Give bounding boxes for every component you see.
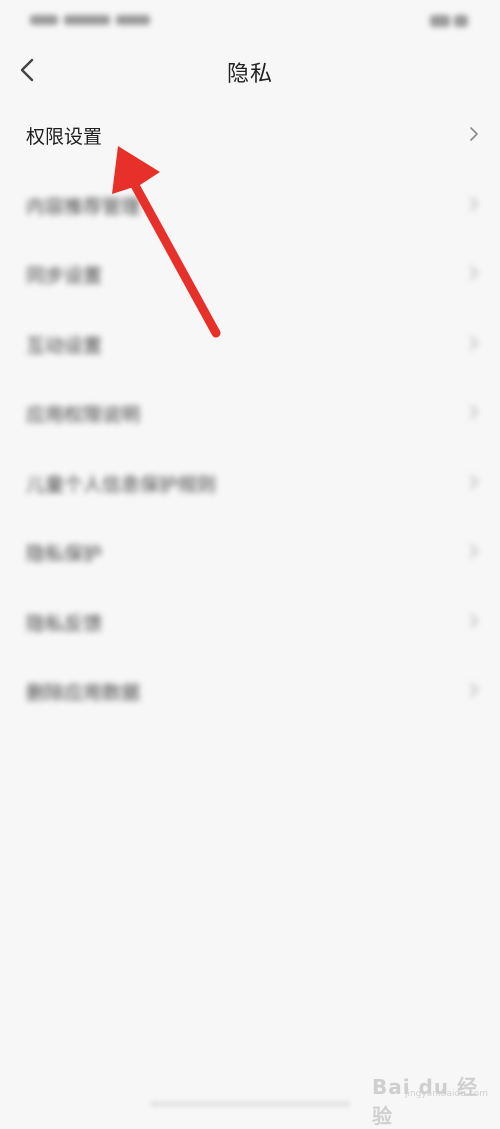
page-title: 隐私 <box>226 62 273 87</box>
chevron-right-icon <box>470 613 478 628</box>
chevron-right-icon <box>470 266 478 280</box>
menu-item-label: 隐私反馈 <box>26 612 103 635</box>
menu-item-privacy-protection[interactable]: 隐私保护 <box>0 517 500 587</box>
menu-item-sync-settings[interactable]: 同步设置 <box>0 239 500 309</box>
menu-item-label: 内容推荐管理 <box>26 195 141 218</box>
menu-item-permission-settings[interactable]: 权限设置 <box>0 100 500 170</box>
home-indicator <box>150 1101 350 1107</box>
header: 隐私 <box>0 38 500 102</box>
menu-item-label: 互动设置 <box>26 334 103 357</box>
menu-item-label: 儿童个人信息保护规则 <box>26 473 217 496</box>
menu-item-app-permission-info[interactable]: 应用权限说明 <box>0 378 500 448</box>
menu-item-label: 应用权限说明 <box>26 404 141 426</box>
menu-item-child-privacy-rules[interactable]: 儿童个人信息保护规则 <box>0 448 500 518</box>
chevron-right-icon <box>470 127 478 141</box>
menu-item-label: 权限设置 <box>26 126 103 148</box>
chevron-right-icon <box>470 683 478 697</box>
watermark-sub: jingyan.baidu.com <box>404 1089 488 1099</box>
menu-item-content-recommendation[interactable]: 内容推荐管理 <box>0 170 500 240</box>
chevron-right-icon <box>470 335 478 350</box>
menu-item-label: 同步设置 <box>26 265 103 287</box>
status-bar-left-blurred <box>30 10 168 28</box>
menu-item-privacy-feedback[interactable]: 隐私反馈 <box>0 587 500 657</box>
chevron-right-icon <box>470 405 478 419</box>
menu-list: 权限设置 内容推荐管理 同步设置 互动设置 应用权限说明 儿童个人信息保护规则 <box>0 100 500 726</box>
chevron-right-icon <box>470 544 478 558</box>
menu-item-label: 删除应用数据 <box>26 682 141 704</box>
watermark-brand: Bai du 经验 <box>372 1075 479 1128</box>
status-bar-right-blurred <box>426 12 472 27</box>
status-bar <box>0 0 500 38</box>
chevron-right-icon <box>470 196 478 211</box>
chevron-right-icon <box>470 474 478 489</box>
menu-item-label: 隐私保护 <box>26 543 103 565</box>
baidu-jingyan-watermark: Bai du 经验 jingyan.baidu.com <box>372 1053 492 1128</box>
menu-item-delete-app-data[interactable]: 删除应用数据 <box>0 656 500 726</box>
menu-item-interaction-settings[interactable]: 互动设置 <box>0 309 500 379</box>
